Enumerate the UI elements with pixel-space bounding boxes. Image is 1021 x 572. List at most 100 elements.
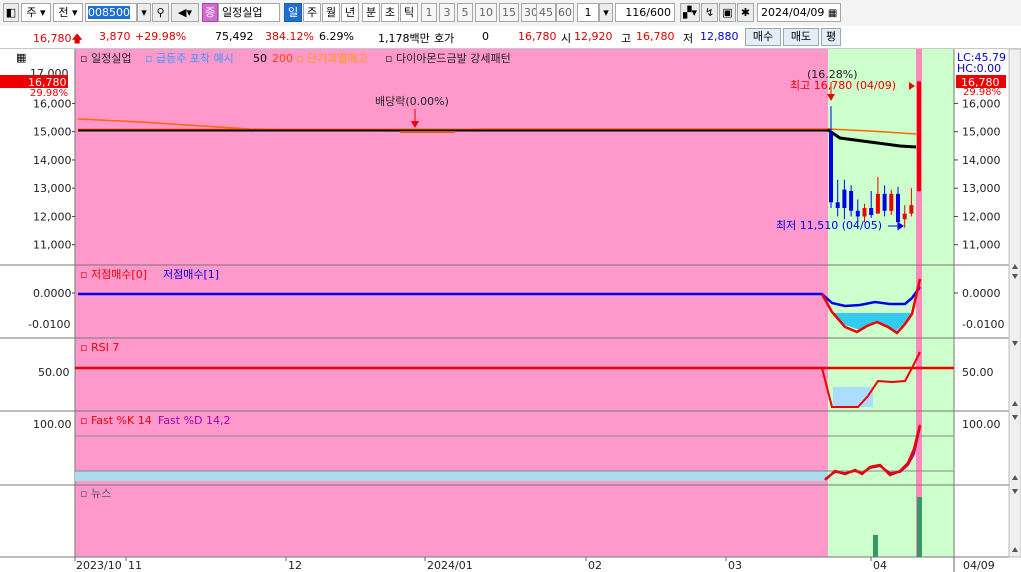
- legend-name: ▫ 일정실업: [80, 51, 131, 65]
- x-axis: 2023/10 11 12 2024/01 02 03 04 04/09: [76, 559, 995, 572]
- news-bar-2: [917, 497, 922, 557]
- chart-type-icon[interactable]: ▞▾: [680, 3, 700, 22]
- code-dropdown-icon[interactable]: ▾: [137, 3, 151, 22]
- hc-label: HC:0.00: [957, 62, 1001, 75]
- count-field[interactable]: 116/600: [615, 3, 675, 22]
- low-title2: 저점매수[1]: [163, 268, 219, 281]
- high-price: 16,780: [636, 30, 675, 43]
- low-tick-0-left: 0.0000: [33, 287, 72, 300]
- volume-ratio: 384.12%: [265, 30, 314, 43]
- date-field[interactable]: 2024/04/09 ▦: [757, 3, 841, 22]
- period-tick[interactable]: 틱: [400, 3, 418, 22]
- price-tick-right: 14,000: [962, 154, 1001, 167]
- badge-icon: 증: [202, 3, 218, 22]
- date-value: 2024/04/09: [761, 6, 825, 19]
- price-change: 3,870: [99, 30, 131, 43]
- interval-spin-icon[interactable]: ▾: [599, 3, 613, 22]
- low-tick-1-left: -0.0100: [28, 318, 70, 331]
- candle-body: [896, 193, 900, 223]
- current-price: 16,780🡅: [33, 32, 83, 45]
- save-icon[interactable]: ▣: [719, 3, 736, 22]
- interval-3[interactable]: 3: [439, 3, 455, 22]
- market-label: 주: [26, 6, 37, 19]
- stock-name-field[interactable]: 일정실업: [218, 3, 280, 22]
- turnover-pct: 6.29%: [319, 30, 354, 43]
- high-label: 고: [621, 32, 632, 45]
- x-label-right: 04/09: [963, 559, 995, 572]
- period-minute[interactable]: 분: [362, 3, 380, 22]
- calendar-icon[interactable]: ▦: [828, 8, 837, 19]
- price-tick-right: 12,000: [962, 210, 1001, 223]
- legend-diamond: ▫ 다이아몬드금발 강세패턴: [385, 52, 511, 65]
- buy-button[interactable]: 매수: [745, 28, 781, 46]
- candle-body: [862, 207, 867, 217]
- x-label-11: 11: [128, 559, 142, 572]
- period-year[interactable]: 년: [341, 3, 359, 22]
- price-tick-right: 11,000: [962, 239, 1001, 252]
- settings-icon[interactable]: ✱: [737, 3, 754, 22]
- legend-overheat: ▫ 단기과열예고: [296, 52, 368, 65]
- quote-bar: 16,780🡅 3,870 +29.98% 75,492 384.12% 6.2…: [0, 26, 1021, 49]
- price-tick-left: 16,000: [33, 97, 72, 110]
- news-title: ▫ 뉴스: [80, 487, 111, 500]
- max-label: 최고 16,780 (04/09): [790, 79, 896, 92]
- prev-label: 전: [58, 6, 69, 19]
- market-select[interactable]: 주 ▾: [21, 3, 51, 22]
- window-icon[interactable]: ◧: [3, 3, 19, 22]
- rsi-tick-right: 50.00: [962, 366, 994, 379]
- price-ticks-left: 16,000 15,000 14,000 13,000 12,000 11,000: [33, 97, 75, 252]
- period-second[interactable]: 초: [381, 3, 399, 22]
- interval-1[interactable]: 1: [421, 3, 437, 22]
- rsi-title: ▫ RSI 7: [80, 341, 119, 354]
- chart-area[interactable]: ▦ ▫ 일정실업 ▫ 급등주 포착 예시 50 200 ▫ 단기과열예고 ▫ 다…: [0, 49, 1021, 572]
- stoch-tick-left: 100.00: [33, 418, 72, 431]
- hoga-value: 0: [482, 30, 489, 43]
- period-month[interactable]: 월: [322, 3, 340, 22]
- legend-ma200: 200: [272, 52, 293, 65]
- hoga-label: 호가: [434, 32, 455, 45]
- low-tick-1-right: -0.0100: [962, 318, 1004, 331]
- low-title1: ▫ 저점매수[0]: [80, 268, 147, 281]
- code-input[interactable]: 008500: [85, 3, 137, 22]
- stoch-title1: ▫ Fast %K 14: [80, 414, 152, 427]
- sell-button[interactable]: 매도: [783, 28, 819, 46]
- period-day[interactable]: 일: [284, 3, 302, 22]
- price-tick-right: 16,000: [962, 97, 1001, 110]
- interval-15[interactable]: 15: [499, 3, 519, 22]
- rsi-tick-left: 50.00: [38, 366, 70, 379]
- dividend-label: 배당락(0.00%): [375, 95, 449, 108]
- prev-select[interactable]: 전 ▾: [53, 3, 83, 22]
- price-tick-right: 13,000: [962, 182, 1001, 195]
- candle-body: [855, 210, 860, 217]
- search-icon[interactable]: ⚲: [152, 3, 169, 22]
- price-tick-left: 12,000: [33, 210, 72, 223]
- interval-input[interactable]: 1: [577, 3, 599, 22]
- candle-body: [835, 202, 840, 208]
- grid-icon[interactable]: ▦: [16, 51, 26, 64]
- interval-10[interactable]: 10: [475, 3, 497, 22]
- count-total: /600: [646, 6, 671, 19]
- interval-45[interactable]: 45: [536, 3, 556, 22]
- price-change-pct: +29.98%: [135, 30, 187, 43]
- price-tick-left: 15,000: [33, 126, 72, 139]
- price-ticks-right: 16,000 15,000 14,000 13,000 12,000 11,000: [954, 97, 1001, 252]
- legend-rapid: ▫ 급등주 포착 예시: [145, 52, 234, 65]
- interval-60[interactable]: 60: [556, 3, 574, 22]
- price-tick-right: 15,000: [962, 126, 1001, 139]
- interval-5[interactable]: 5: [457, 3, 473, 22]
- candle-body: [829, 133, 833, 203]
- indicator-icon[interactable]: ↯: [701, 3, 718, 22]
- period-week[interactable]: 주: [303, 3, 321, 22]
- candle-body: [917, 81, 921, 192]
- price-tick-left: 13,000: [33, 182, 72, 195]
- vertical-scrollbar[interactable]: [1008, 49, 1021, 558]
- news-bar-1: [873, 535, 878, 557]
- avg-button[interactable]: 평: [821, 28, 841, 46]
- current-pct-right: 29.98%: [963, 87, 1001, 98]
- candle-body: [909, 205, 914, 214]
- dividend-dip: [400, 131, 455, 133]
- x-label-12: 12: [288, 559, 302, 572]
- x-label-03: 03: [728, 559, 742, 572]
- code-value: 008500: [88, 6, 130, 19]
- speaker-icon[interactable]: ◀▾: [171, 3, 199, 22]
